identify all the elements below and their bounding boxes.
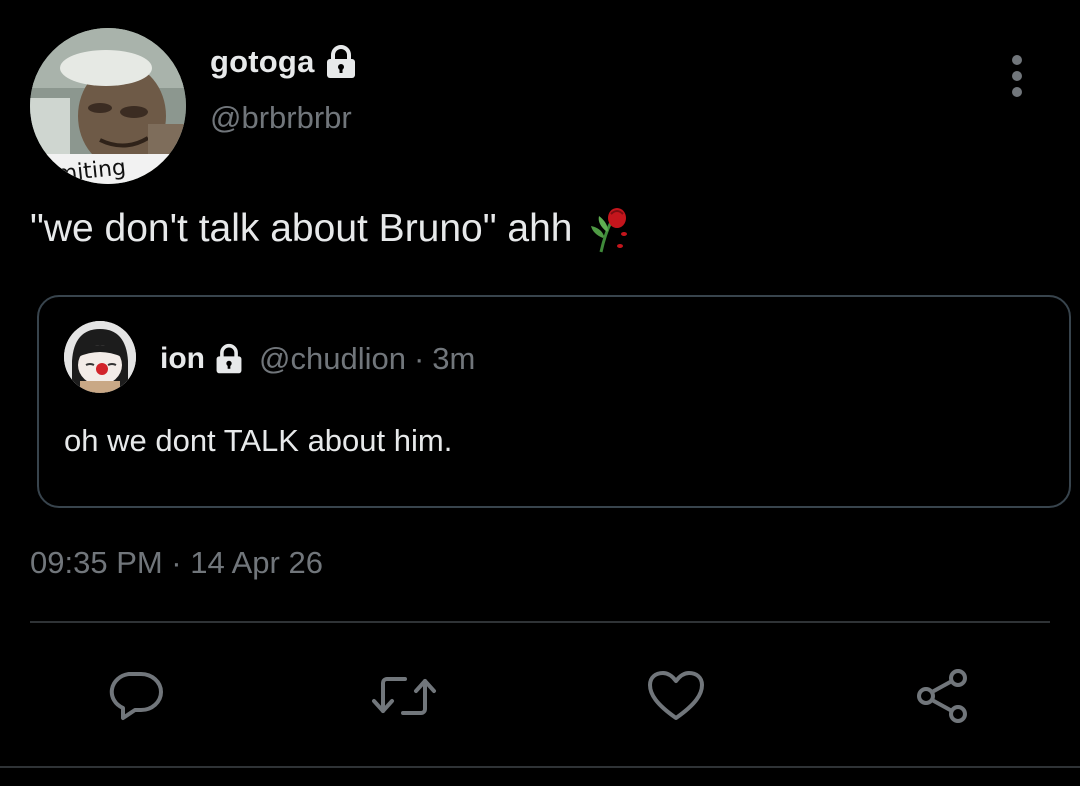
share-button[interactable] [914, 666, 974, 726]
quoted-display-name[interactable]: ion [160, 342, 205, 376]
share-icon [914, 668, 974, 724]
reply-button[interactable] [105, 666, 165, 726]
tweet-text: "we don't talk about Bruno" ahh [30, 204, 631, 254]
lock-icon [323, 44, 359, 80]
tweet-timestamp[interactable]: 09:35 PM · 14 Apr 26 [30, 545, 323, 581]
quoted-header: ion @chudlion · 3m [160, 337, 475, 381]
quoted-separator: · [413, 341, 425, 376]
author-name-row[interactable]: gotoga [210, 40, 359, 84]
reply-icon [105, 670, 165, 722]
divider [0, 766, 1080, 768]
tweet-detail: emiting gotoga @brbrbrbr "we don't talk … [0, 0, 1080, 786]
quoted-author-avatar[interactable] [64, 321, 136, 393]
quoted-handle[interactable]: @chudlion [259, 341, 406, 377]
heart-icon [646, 670, 706, 722]
like-button[interactable] [646, 666, 706, 726]
retweet-icon [371, 671, 437, 721]
author-avatar[interactable]: emiting [30, 28, 186, 184]
more-options-icon[interactable] [1003, 54, 1031, 98]
wilted-rose-icon [587, 204, 631, 254]
tweet-text-content: "we don't talk about Bruno" ahh [30, 207, 573, 250]
author-display-name[interactable]: gotoga [210, 44, 315, 80]
quoted-text: oh we dont TALK about him. [64, 423, 453, 458]
divider [30, 621, 1050, 623]
author-handle[interactable]: @brbrbrbr [210, 100, 352, 136]
quoted-lock-icon [213, 343, 245, 375]
quoted-tweet-card[interactable]: ion @chudlion · 3m oh we dont TALK about… [37, 295, 1071, 508]
quoted-time: 3m [432, 341, 476, 376]
retweet-button[interactable] [371, 666, 437, 726]
